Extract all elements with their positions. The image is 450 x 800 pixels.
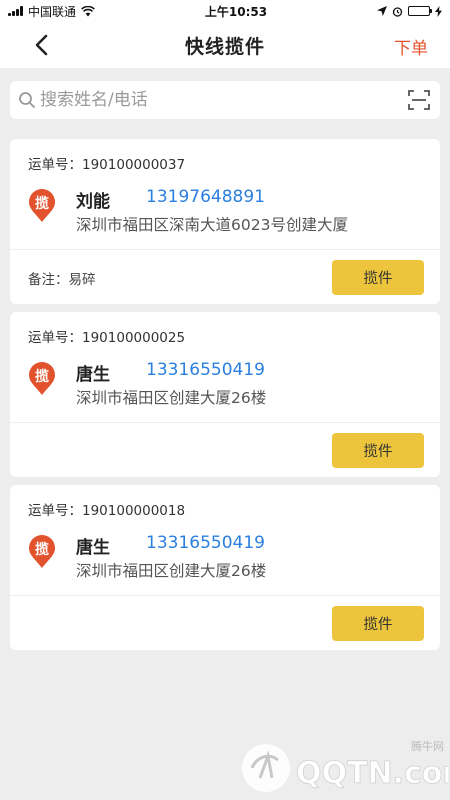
pickup-button[interactable]: 揽件 (332, 260, 424, 295)
order-card-footer: 备注：易碎 揽件 (10, 250, 440, 304)
order-card: 运单号：190100000018 揽 唐生 13316550419 深圳市福田区… (10, 485, 440, 650)
status-bar: 中国联通 上午10:53 (0, 0, 450, 22)
location-arrow-icon (377, 6, 387, 16)
contact-address: 深圳市福田区创建大厦26楼 (76, 562, 267, 580)
order-card-footer: 揽件 (10, 423, 440, 477)
order-card-body: 运单号：190100000018 揽 唐生 13316550419 深圳市福田区… (10, 485, 440, 595)
contact-phone-link[interactable]: 13197648891 (146, 187, 265, 207)
pin-label: 揽 (35, 542, 49, 558)
pickup-button[interactable]: 揽件 (332, 606, 424, 641)
nav-bar: 快线揽件 下单 (0, 22, 450, 68)
contact-phone-link[interactable]: 13316550419 (146, 533, 265, 553)
order-card-body: 运单号：190100000037 揽 刘能 13197648891 深圳市福田区… (10, 139, 440, 249)
wifi-icon (81, 5, 95, 16)
contact-name: 唐生 (76, 538, 110, 558)
search-input[interactable] (40, 90, 408, 110)
status-right (377, 5, 442, 17)
order-card-body: 运单号：190100000025 揽 唐生 13316550419 深圳市福田区… (10, 312, 440, 422)
contact-address: 深圳市福田区深南大道6023号创建大厦 (76, 216, 348, 234)
place-order-button[interactable]: 下单 (394, 34, 428, 59)
carrier-label: 中国联通 (28, 4, 77, 19)
back-button[interactable] (26, 30, 56, 60)
back-chevron-icon (35, 34, 48, 56)
page-title: 快线揽件 (184, 35, 265, 58)
contact-name: 刘能 (76, 192, 110, 212)
contact-phone-link[interactable]: 13316550419 (146, 360, 265, 380)
map-pin-icon: 揽 (28, 189, 56, 223)
pickup-button[interactable]: 揽件 (332, 433, 424, 468)
charging-icon (435, 5, 442, 17)
scan-icon[interactable] (408, 90, 430, 110)
map-pin-icon: 揽 (28, 362, 56, 396)
contact-address: 深圳市福田区创建大厦26楼 (76, 389, 267, 407)
watermark-text: QQTN.com (296, 756, 448, 791)
contact-name: 唐生 (76, 365, 110, 385)
order-card-footer: 揽件 (10, 596, 440, 650)
watermark: QQTN.com 腾牛网 (238, 738, 450, 796)
map-pin-icon: 揽 (28, 535, 56, 569)
pin-label: 揽 (35, 369, 49, 385)
order-card: 运单号：190100000025 揽 唐生 13316550419 深圳市福田区… (10, 312, 440, 477)
order-card: 运单号：190100000037 揽 刘能 13197648891 深圳市福田区… (10, 139, 440, 304)
search-icon (19, 92, 35, 108)
order-remark: 备注：易碎 (28, 272, 96, 288)
waybill-number: 运单号：190100000037 (28, 157, 186, 173)
watermark-small-text: 腾牛网 (411, 740, 444, 753)
waybill-number: 运单号：190100000025 (28, 330, 186, 346)
battery-icon (408, 6, 432, 16)
search-bar (10, 81, 440, 119)
alarm-icon (392, 6, 403, 17)
status-time: 上午10:53 (204, 4, 268, 19)
pin-label: 揽 (35, 196, 49, 212)
waybill-number: 运单号：190100000018 (28, 503, 186, 519)
signal-icon (8, 6, 23, 16)
status-left: 中国联通 (8, 3, 95, 20)
